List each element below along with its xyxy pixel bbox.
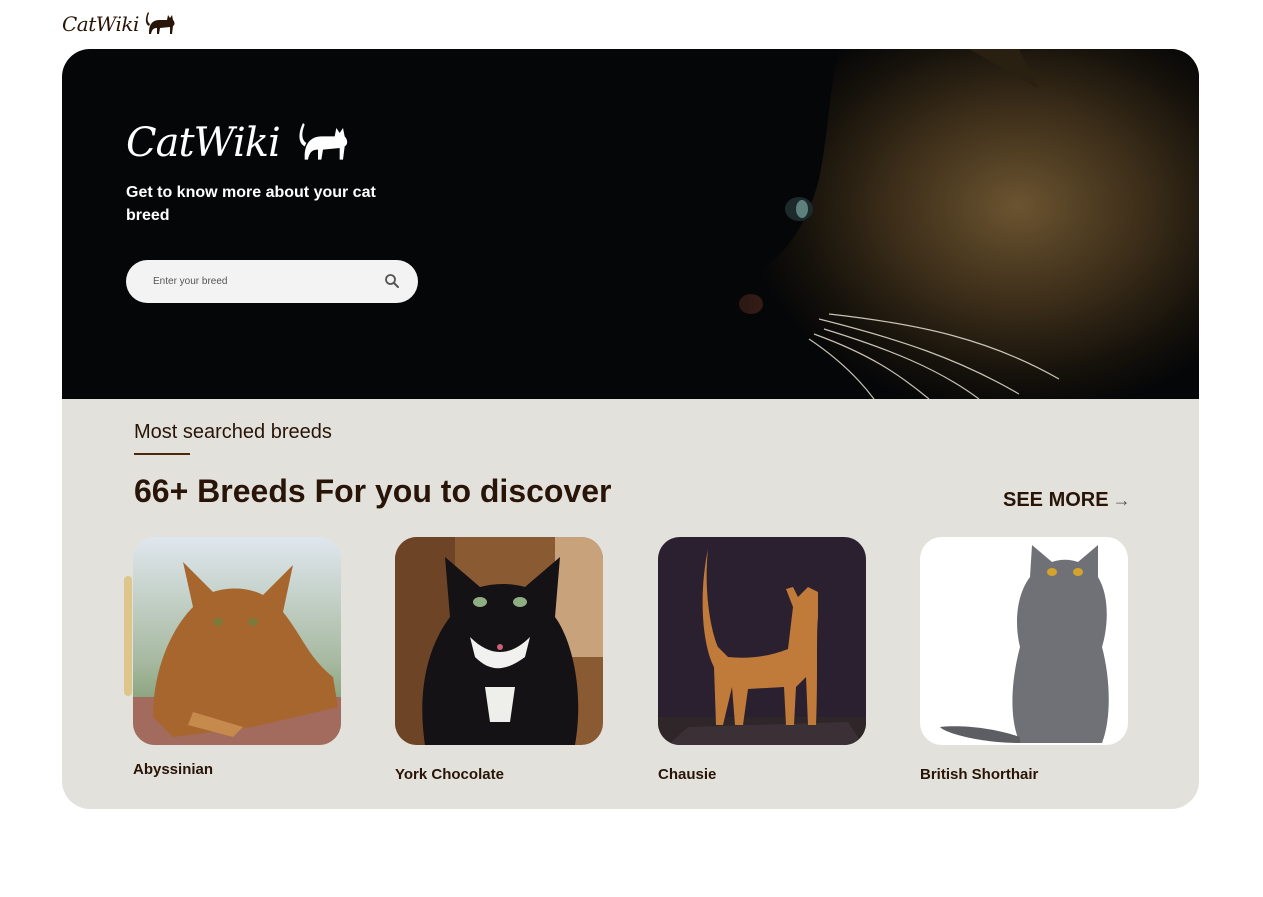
- section-label: Most searched breeds: [134, 421, 332, 443]
- hero-cat-image: [639, 49, 1199, 399]
- breed-card[interactable]: York Chocolate: [395, 537, 603, 783]
- accent-bar: [124, 576, 132, 696]
- breed-card[interactable]: Abyssinian: [133, 537, 341, 778]
- hero-logo: CatWiki: [126, 113, 352, 163]
- breed-name[interactable]: Abyssinian: [133, 761, 341, 778]
- breed-image-british-shorthair[interactable]: [920, 537, 1128, 745]
- section-heading: 66+ Breeds For you to discover: [134, 473, 612, 509]
- most-searched-breeds-section: Most searched breeds 66+ Breeds For you …: [62, 399, 1199, 809]
- breed-search[interactable]: [126, 260, 418, 303]
- header-logo[interactable]: CatWiki: [62, 6, 177, 36]
- arrow-right-icon: →: [1112, 490, 1131, 510]
- breed-name[interactable]: Chausie: [658, 766, 866, 783]
- logo-text: CatWiki: [62, 12, 139, 36]
- hero-logo-text: CatWiki: [126, 120, 281, 166]
- search-icon[interactable]: [384, 273, 400, 289]
- breed-name[interactable]: York Chocolate: [395, 766, 603, 783]
- breed-card[interactable]: British Shorthair: [920, 537, 1128, 783]
- see-more-link[interactable]: SEE MORE →: [1003, 489, 1131, 512]
- breed-name[interactable]: British Shorthair: [920, 766, 1128, 783]
- hero-banner: CatWiki Get to know more about your cat …: [62, 49, 1199, 399]
- breed-image-chausie[interactable]: [658, 537, 866, 745]
- cat-logo-icon: [145, 12, 175, 34]
- hero-tagline: Get to know more about your cat breed: [126, 184, 376, 224]
- cat-logo-icon: [299, 123, 347, 160]
- section-underline: [134, 453, 190, 455]
- see-more-label: SEE MORE: [1003, 489, 1109, 511]
- breed-search-input[interactable]: [151, 275, 375, 288]
- breed-image-abyssinian[interactable]: [133, 537, 341, 745]
- breed-card[interactable]: Chausie: [658, 537, 866, 783]
- breed-image-york-chocolate[interactable]: [395, 537, 603, 745]
